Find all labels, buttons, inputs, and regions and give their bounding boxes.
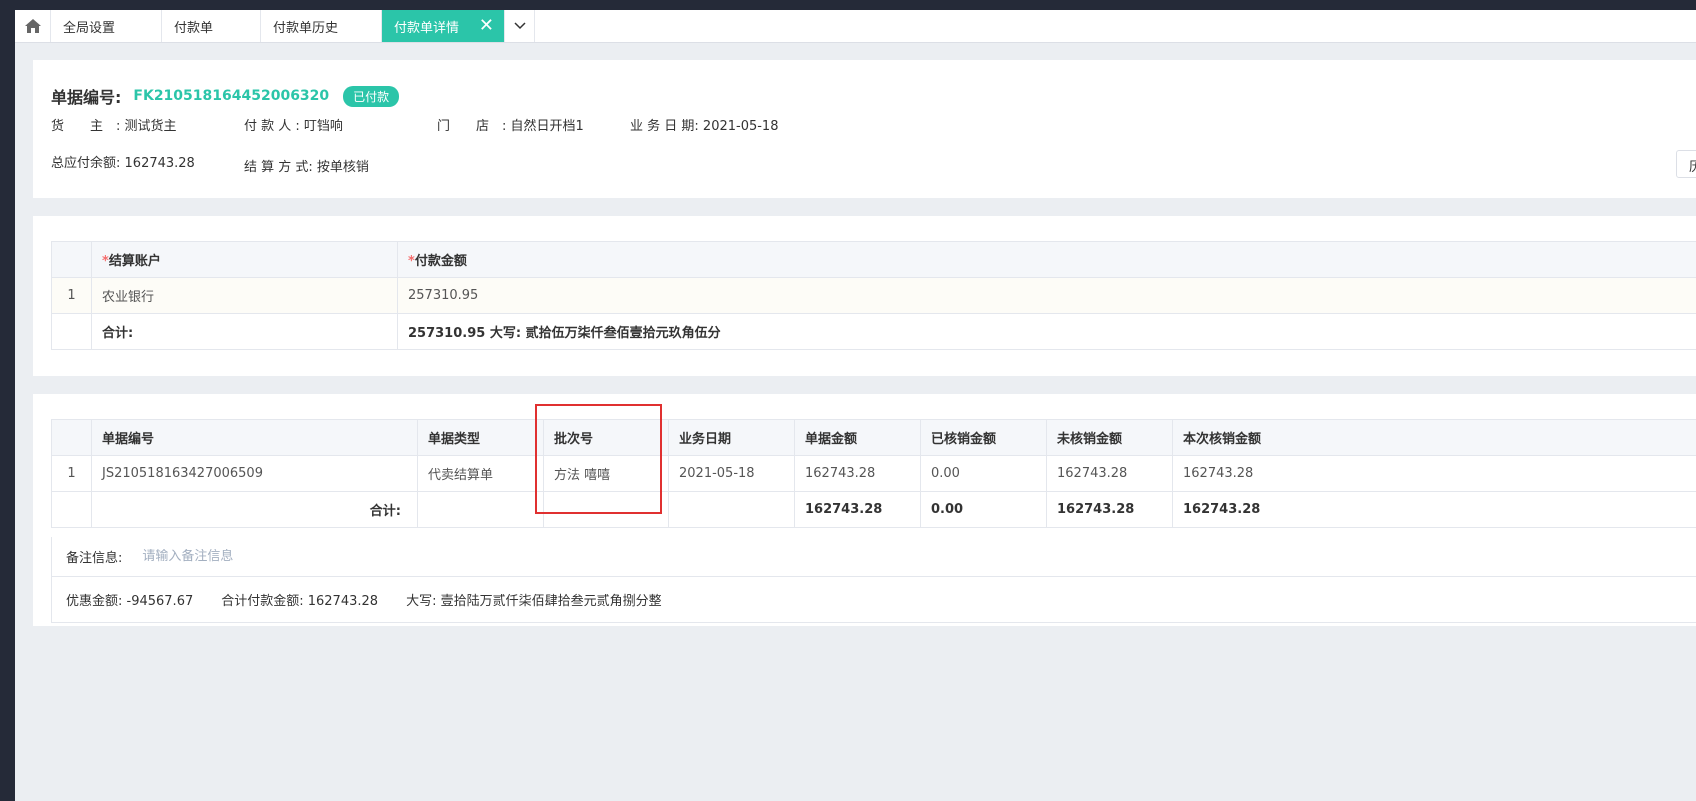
tab-payment-detail[interactable]: 付款单详情 ✕ [382, 10, 505, 42]
this-time-header: 本次核销金额 [1172, 419, 1696, 456]
total-amount-cell: 257310.95 大写: 贰拾伍万柒仟叁佰壹拾元玖角伍分 [397, 313, 1696, 350]
tab-label: 付款单详情 [394, 20, 460, 36]
method-label: 结 算 方 式: [244, 160, 313, 175]
tab-bar: 全局设置 付款单 付款单历史 付款单详情 ✕ [15, 10, 1696, 43]
biz-date-header: 业务日期 [668, 419, 795, 456]
left-strip [0, 10, 15, 801]
table-header-row: *结算账户 *付款金额 [51, 241, 1696, 278]
top-strip [0, 0, 1696, 10]
index-header [51, 419, 92, 456]
unwritten-cell: 162743.28 [1046, 455, 1173, 492]
tab-more-dropdown[interactable] [505, 10, 535, 42]
date-value: 2021-05-18 [702, 119, 779, 134]
balance-label: 总应付余额: [51, 156, 121, 171]
total-unwritten: 162743.28 [1046, 491, 1173, 528]
row-index: 1 [51, 277, 92, 314]
home-icon [24, 19, 41, 33]
chevron-down-icon [513, 22, 526, 30]
this-time-cell[interactable]: 162743.28 [1172, 455, 1696, 492]
tab-label: 全局设置 [63, 20, 116, 36]
document-title: 单据编号: FK210518164452006320 已付款 [51, 84, 400, 108]
account-header: *结算账户 [91, 241, 398, 278]
total-payment-words: 大写: 壹拾陆万贰仟柒佰肆拾叁元贰角捌分整 [406, 594, 662, 609]
account-cell[interactable]: 农业银行 [91, 277, 398, 314]
required-mark: * [408, 254, 415, 269]
discount-amount: 优惠金额: -94567.67 [66, 594, 194, 609]
remark-row: 备注信息: [51, 537, 1696, 577]
amount-header: *付款金额 [397, 241, 1696, 278]
total-written-off: 0.00 [920, 491, 1047, 528]
biz-date-cell: 2021-05-18 [668, 455, 795, 492]
store-value: 自然日开档1 [510, 119, 584, 134]
tab-payment[interactable]: 付款单 [162, 10, 261, 42]
total-this-time: 162743.28 [1172, 491, 1696, 528]
store-label: 门 店 : [437, 119, 507, 134]
total-empty-cell [668, 491, 795, 528]
total-row: 合计: 162743.28 0.00 162743.28 162743.28 [51, 491, 1696, 528]
amount-header-label: 付款金额 [414, 254, 467, 269]
tab-label: 付款单历史 [273, 20, 339, 36]
amount-cell[interactable]: 257310.95 [397, 277, 1696, 314]
details-table: 单据编号 单据类型 批次号 业务日期 单据金额 已核销金额 未核销金额 本次核销… [51, 419, 1696, 528]
remark-label: 备注信息: [66, 551, 123, 566]
total-label: 合计: [91, 491, 418, 528]
payer-label: 付 款 人 : [244, 119, 300, 134]
doc-amount-cell: 162743.28 [794, 455, 921, 492]
total-label: 合计: [91, 313, 398, 350]
total-payment-amount: 合计付款金额: 162743.28 [221, 594, 379, 609]
doc-no-header: 单据编号 [91, 419, 418, 456]
doc-type-cell: 代卖结算单 [417, 455, 544, 492]
total-empty-cell [417, 491, 544, 528]
document-header-card: 单据编号: FK210518164452006320 已付款 货 主 : 测试货… [33, 60, 1696, 198]
owner-value: 测试货主 [124, 119, 177, 134]
balance-value: 162743.28 [124, 156, 195, 171]
total-amount: 257310.95 [408, 326, 486, 341]
table-header-row: 单据编号 单据类型 批次号 业务日期 单据金额 已核销金额 未核销金额 本次核销… [51, 419, 1696, 456]
status-badge: 已付款 [343, 85, 400, 107]
settlement-account-card: *结算账户 *付款金额 1 农业银行 257310.95 合计: 257310.… [33, 216, 1696, 376]
owner-label: 货 主 : [51, 119, 121, 134]
tab-global-settings[interactable]: 全局设置 [51, 10, 162, 42]
tab-payment-history[interactable]: 付款单历史 [261, 10, 382, 42]
written-off-cell: 0.00 [920, 455, 1047, 492]
document-details-card: 单据编号 单据类型 批次号 业务日期 单据金额 已核销金额 未核销金额 本次核销… [33, 394, 1696, 626]
tab-label: 付款单 [174, 20, 214, 36]
summary-row: 优惠金额: -94567.67 合计付款金额: 162743.28 大写: 壹拾… [51, 577, 1696, 623]
store-field: 门 店 : 自然日开档1 [437, 115, 584, 134]
doc-type-header: 单据类型 [417, 419, 544, 456]
tab-home[interactable] [15, 10, 51, 42]
total-index-cell [51, 313, 92, 350]
table-row: 1 JS210518163427006509 代卖结算单 方法 嘻嘻 2021-… [51, 455, 1696, 492]
unwritten-header: 未核销金额 [1046, 419, 1173, 456]
written-off-header: 已核销金额 [920, 419, 1047, 456]
account-header-label: 结算账户 [108, 254, 161, 269]
remark-input[interactable] [142, 549, 443, 564]
index-header [51, 241, 92, 278]
doc-number: FK210518164452006320 [133, 88, 330, 104]
total-index-cell [51, 491, 92, 528]
account-table: *结算账户 *付款金额 1 农业银行 257310.95 合计: 257310.… [51, 241, 1696, 350]
method-field: 结 算 方 式: 按单核销 [244, 156, 369, 175]
doc-amount-header: 单据金额 [794, 419, 921, 456]
method-value: 按单核销 [316, 160, 369, 175]
date-field: 业 务 日 期: 2021-05-18 [630, 115, 778, 134]
required-mark: * [102, 254, 109, 269]
owner-field: 货 主 : 测试货主 [51, 115, 177, 134]
total-row: 合计: 257310.95 大写: 贰拾伍万柒仟叁佰壹拾元玖角伍分 [51, 313, 1696, 350]
balance-field: 总应付余额: 162743.28 [51, 152, 195, 171]
payer-field: 付 款 人 : 叮铛响 [244, 115, 343, 134]
total-doc-amount: 162743.28 [794, 491, 921, 528]
table-row: 1 农业银行 257310.95 [51, 277, 1696, 314]
app-content: 全局设置 付款单 付款单历史 付款单详情 ✕ 单据编号: FK210518164… [15, 10, 1696, 801]
highlight-box [535, 404, 662, 514]
total-amount-words: 大写: 贰拾伍万柒仟叁佰壹拾元玖角伍分 [489, 326, 721, 341]
payer-value: 叮铛响 [303, 119, 343, 134]
doc-number-label: 单据编号: [51, 88, 122, 107]
close-icon[interactable]: ✕ [479, 17, 494, 35]
row-index: 1 [51, 455, 92, 492]
doc-no-cell[interactable]: JS210518163427006509 [91, 455, 418, 492]
date-label: 业 务 日 期: [630, 119, 699, 134]
history-button[interactable]: 历 [1676, 150, 1696, 178]
